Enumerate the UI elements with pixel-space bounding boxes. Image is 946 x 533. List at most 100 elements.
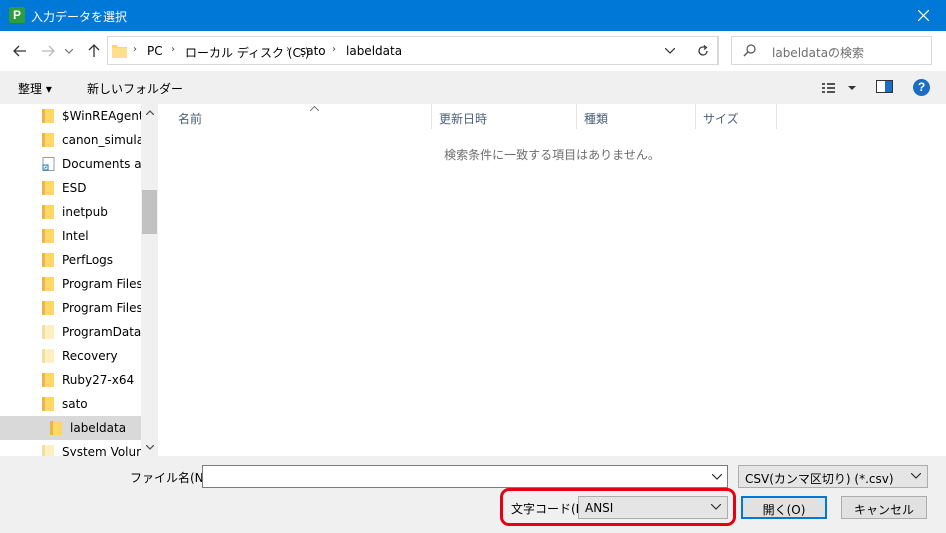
folder-icon [42, 133, 54, 147]
tree-item-label: $WinREAgent [62, 109, 141, 123]
breadcrumb-pc[interactable]: PC [147, 44, 163, 58]
new-folder-button[interactable]: 新しいフォルダー [87, 80, 183, 97]
tree-item-label: Intel [62, 229, 89, 243]
folder-icon [42, 229, 54, 243]
chevron-down-icon [145, 445, 154, 450]
column-header-size[interactable]: サイズ [697, 104, 777, 129]
scroll-thumb[interactable] [142, 190, 157, 234]
folder-icon [42, 109, 54, 123]
tree-item[interactable]: sato [0, 392, 141, 416]
tree-item-label: System Volume [62, 445, 141, 456]
folder-icon [42, 205, 54, 219]
search-placeholder: labeldataの検索 [772, 46, 865, 60]
refresh-button[interactable] [688, 36, 718, 65]
breadcrumb-local-disk[interactable]: ローカル ディスク (C:) [185, 44, 310, 61]
breadcrumb-separator: › [332, 44, 336, 55]
title-bar: P 入力データを選択 [0, 0, 946, 31]
tree-item[interactable]: $WinREAgent [0, 104, 141, 128]
breadcrumb-sato[interactable]: sato [300, 44, 326, 58]
column-header-modified[interactable]: 更新日時 [433, 104, 577, 129]
open-button[interactable]: 開く(O) [741, 496, 827, 519]
tree-item[interactable]: Recovery [0, 344, 141, 368]
folder-icon [42, 397, 54, 411]
folder-icon [112, 45, 127, 58]
filename-input[interactable] [203, 466, 703, 487]
tree-item-label: PerfLogs [62, 253, 114, 267]
app-icon: P [9, 7, 25, 23]
folder-icon [42, 349, 54, 363]
tree-item-label: Program Files ( [62, 301, 141, 315]
tree-item[interactable]: Ruby27-x64 [0, 368, 141, 392]
encoding-highlight-annotation [500, 488, 736, 526]
sort-ascending-icon [309, 100, 320, 114]
recent-locations-button[interactable] [62, 40, 76, 62]
address-bar[interactable]: › PC › ローカル ディスク (C:) › sato › labeldata [107, 36, 719, 65]
chevron-down-icon[interactable] [712, 474, 722, 480]
preview-pane-icon [876, 80, 893, 93]
tree-item[interactable]: Intel [0, 224, 141, 248]
tree-item-label: ProgramData [62, 325, 141, 339]
tree-item-label: Documents and [62, 157, 141, 171]
column-header-type[interactable]: 種類 [578, 104, 696, 129]
arrow-up-icon [88, 44, 100, 57]
window-title: 入力データを選択 [31, 10, 128, 24]
tree-item-label: Ruby27-x64 [62, 373, 135, 387]
folder-icon [42, 445, 54, 456]
preview-pane-button[interactable] [876, 80, 894, 94]
help-button[interactable]: ? [913, 79, 930, 96]
tree-item[interactable]: ESD [0, 176, 141, 200]
scroll-down-button[interactable] [141, 439, 158, 456]
tree-item[interactable]: ProgramData [0, 320, 141, 344]
folder-icon [42, 325, 54, 339]
breadcrumb-separator: › [133, 44, 137, 55]
arrow-left-icon [13, 45, 26, 57]
tree-item[interactable]: Program Files ( [0, 296, 141, 320]
change-view-button[interactable] [820, 80, 860, 96]
chevron-down-icon [65, 48, 73, 54]
filetype-select[interactable]: CSV(カンマ区切り) (*.csv) [738, 465, 928, 488]
search-box[interactable]: labeldataの検索 [731, 36, 932, 65]
command-toolbar: 整理 ▾ 新しいフォルダー ? [0, 71, 946, 104]
tree-item-label: Recovery [62, 349, 118, 363]
tree-item[interactable]: PerfLogs [0, 248, 141, 272]
tree-item[interactable]: Program Files [0, 272, 141, 296]
filetype-value: CSV(カンマ区切り) (*.csv) [745, 472, 894, 486]
folder-icon [50, 421, 62, 435]
close-button[interactable] [900, 0, 946, 31]
breadcrumb-separator: › [286, 44, 290, 55]
tree-item[interactable]: labeldata [0, 416, 141, 440]
tree-item-label: Program Files [62, 277, 141, 291]
help-icon: ? [917, 80, 926, 94]
back-button[interactable] [9, 40, 31, 62]
column-header-name[interactable]: 名前 [172, 104, 432, 129]
navigation-bar: › PC › ローカル ディスク (C:) › sato › labeldata… [0, 31, 946, 71]
file-list[interactable]: 名前 更新日時 種類 サイズ 検索条件に一致する項目はありません。 [158, 104, 946, 456]
tree-item-label: inetpub [62, 205, 108, 219]
filename-combobox[interactable] [202, 465, 728, 488]
close-icon [917, 10, 929, 21]
scroll-up-button[interactable] [141, 104, 158, 121]
forward-button[interactable] [37, 40, 59, 62]
folder-icon [42, 181, 54, 195]
chevron-down-icon [911, 473, 921, 479]
tree-item[interactable]: Documents and [0, 152, 141, 176]
tree-item[interactable]: canon_simulate [0, 128, 141, 152]
address-dropdown-button[interactable] [659, 36, 681, 65]
navigation-scrollbar[interactable] [141, 104, 158, 456]
dialog-footer: ファイル名(N): CSV(カンマ区切り) (*.csv) 文字コード(E) A… [0, 456, 946, 533]
empty-folder-message: 検索条件に一致する項目はありません。 [444, 148, 660, 162]
tree-item[interactable]: System Volume [0, 440, 141, 456]
folder-icon [42, 373, 54, 387]
cancel-button[interactable]: キャンセル [841, 496, 927, 519]
column-header-label: サイズ [703, 112, 739, 126]
tree-item-label: ESD [62, 181, 87, 195]
tree-item[interactable]: inetpub [0, 200, 141, 224]
folder-icon [42, 277, 54, 291]
breadcrumb-labeldata[interactable]: labeldata [346, 44, 402, 58]
column-header-label: 種類 [584, 112, 609, 126]
up-button[interactable] [83, 40, 105, 62]
navigation-pane: $WinREAgent canon_simulate Documents and ES… [0, 104, 158, 456]
folder-icon [42, 301, 54, 315]
organize-menu[interactable]: 整理 ▾ [18, 80, 52, 97]
column-header-label: 名前 [178, 112, 203, 126]
